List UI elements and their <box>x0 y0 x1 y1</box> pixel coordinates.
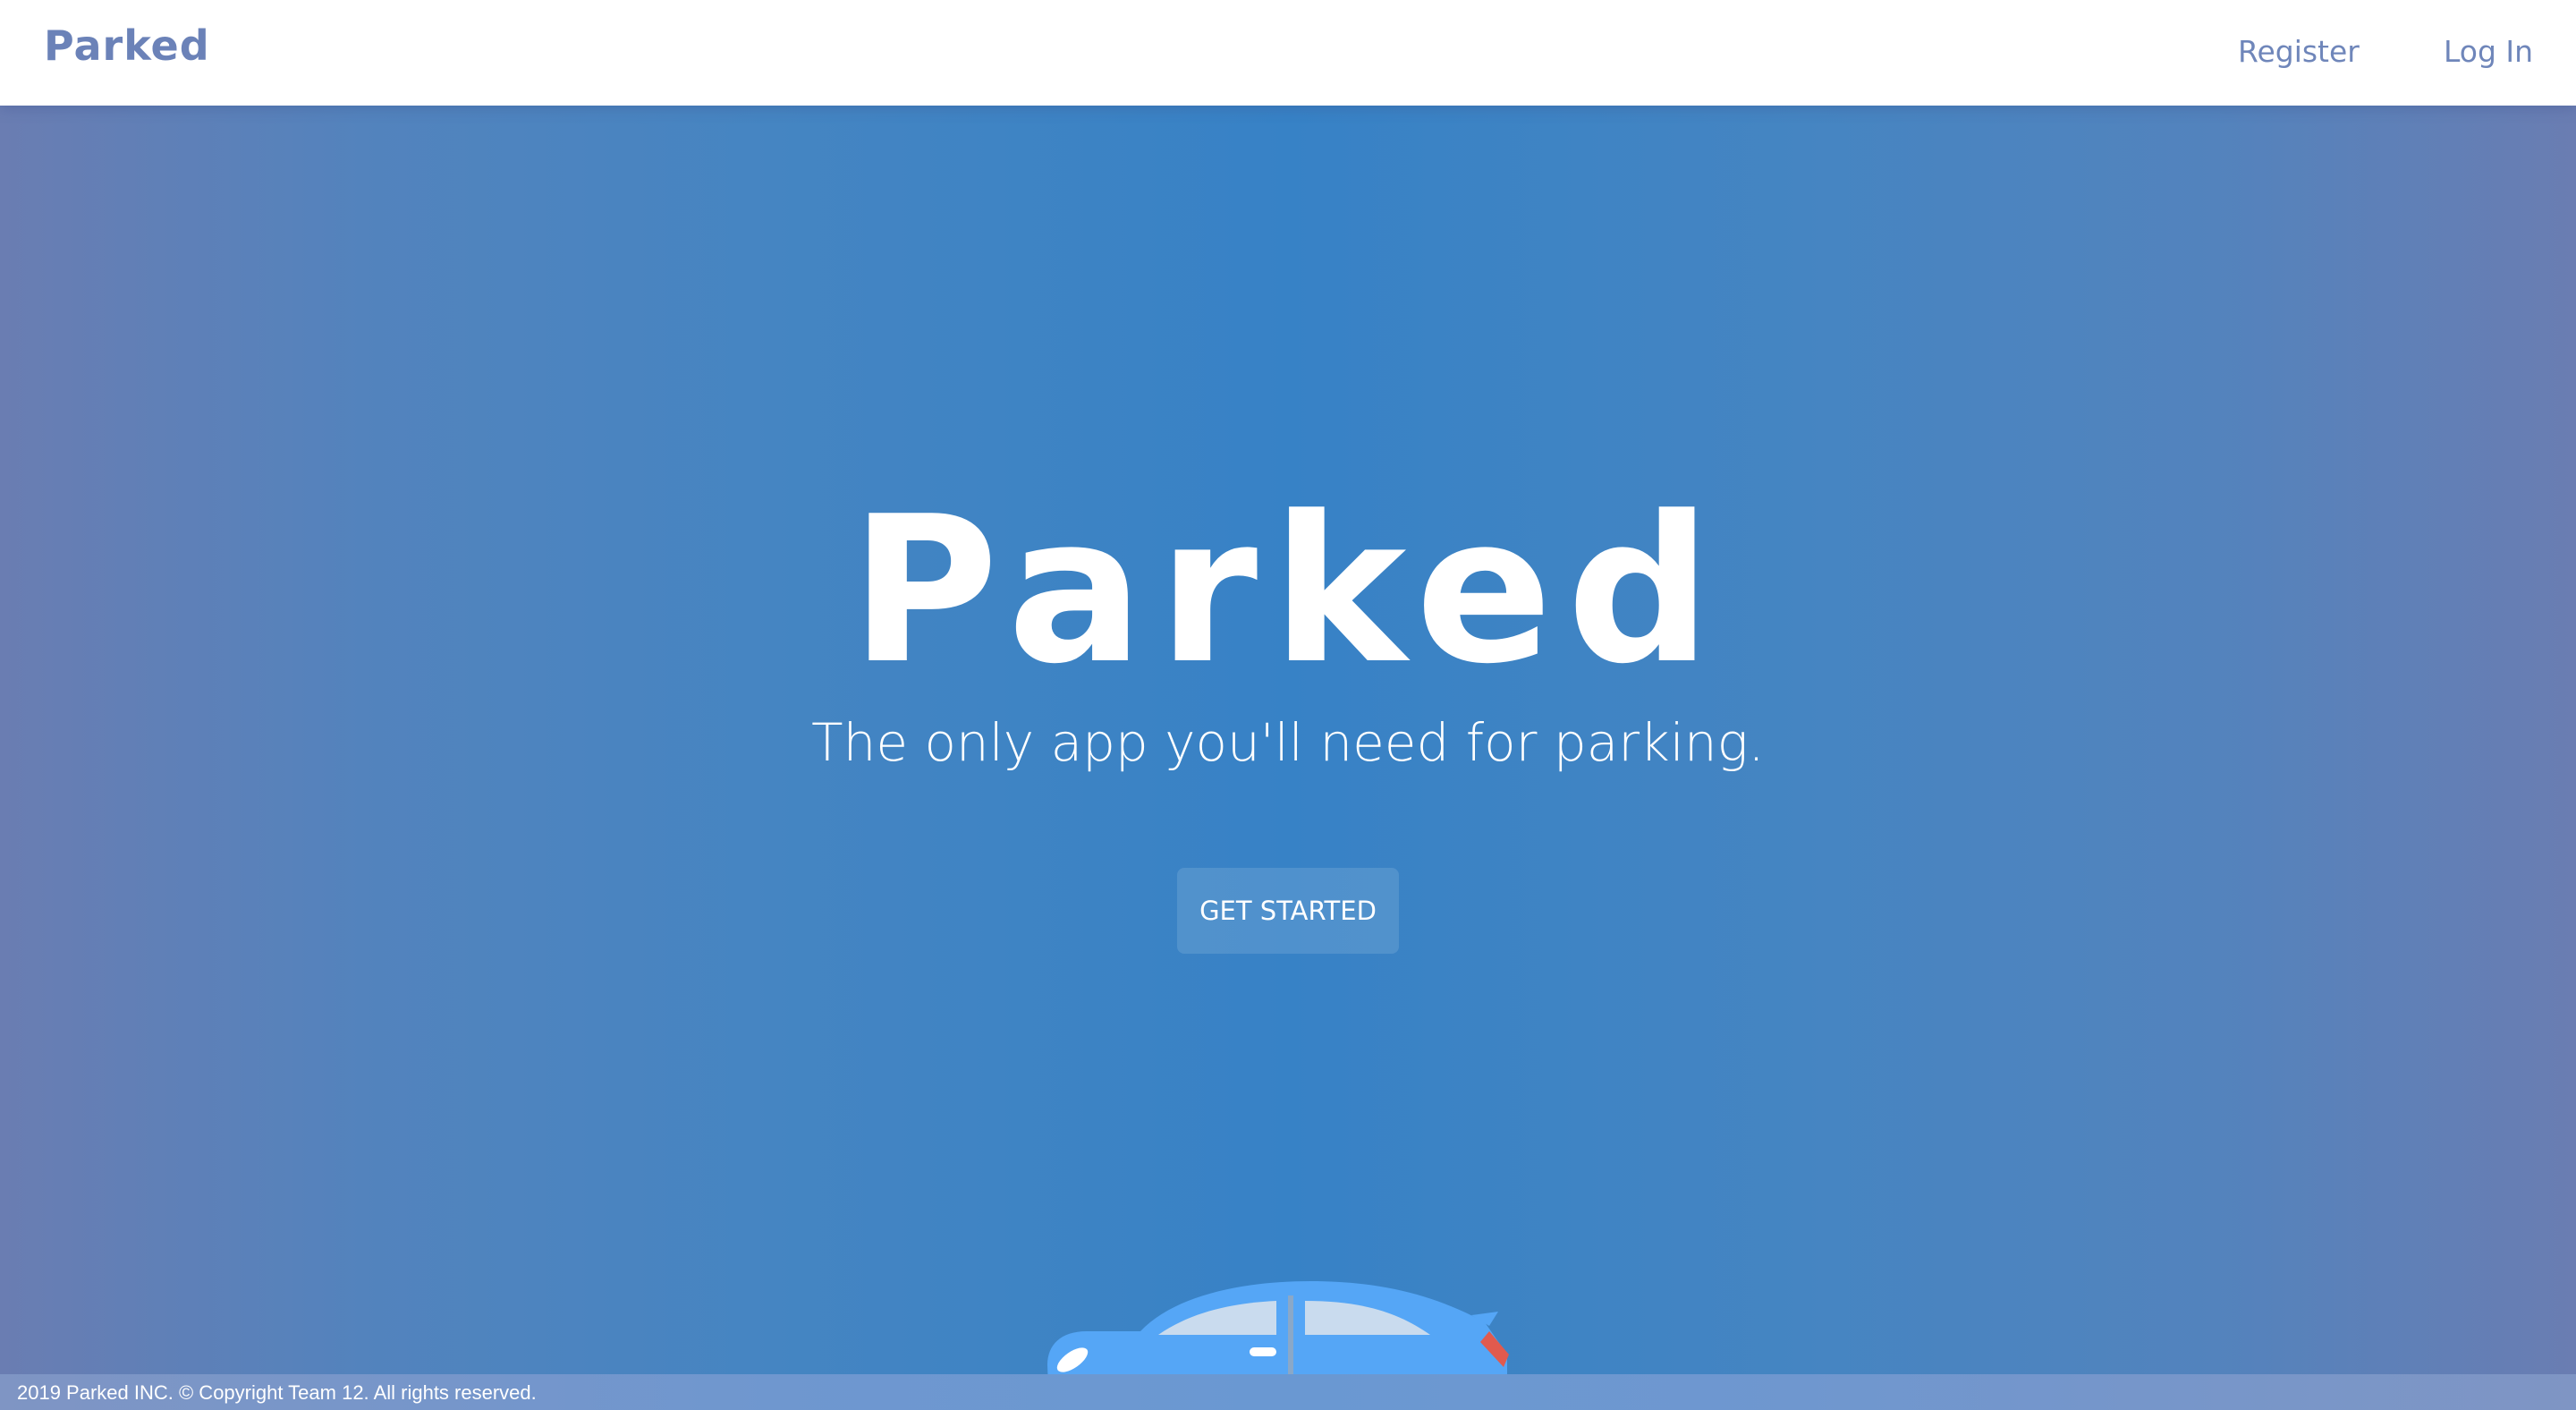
landing-page: Parked Register Log In Parked The only a… <box>0 0 2576 1410</box>
get-started-button[interactable]: GET STARTED <box>1177 868 1399 954</box>
footer: 2019 Parked INC. © Copyright Team 12. Al… <box>0 1374 2576 1410</box>
hero-section: Parked The only app you'll need for park… <box>0 106 2576 1410</box>
login-link[interactable]: Log In <box>2444 34 2533 69</box>
hero-subtitle: The only app you'll need for parking. <box>811 712 1765 773</box>
navbar: Parked Register Log In <box>0 0 2576 106</box>
copyright-text: 2019 Parked INC. © Copyright Team 12. Al… <box>17 1381 537 1404</box>
register-link[interactable]: Register <box>2238 34 2360 69</box>
hero-title: Parked <box>850 473 1726 709</box>
brand-logo[interactable]: Parked <box>44 21 210 70</box>
